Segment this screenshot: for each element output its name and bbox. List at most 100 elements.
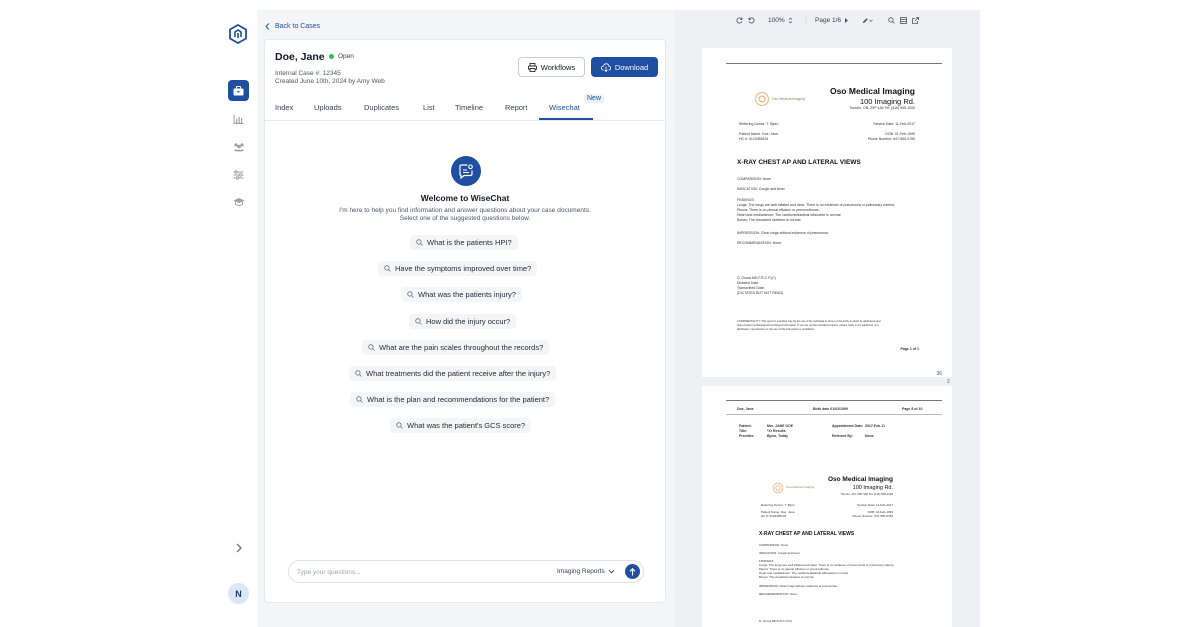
- meta-value: Mrs. JANE DOE: [767, 424, 794, 428]
- report-indication: INDICATION: Cough and fever: [737, 187, 785, 191]
- analytics-nav-icon[interactable]: [228, 108, 249, 129]
- health-card: HC #: 0123455234: [739, 137, 769, 141]
- page-indicator: Page 1/6: [815, 17, 842, 24]
- rotate-ccw-icon[interactable]: [748, 17, 755, 24]
- suggested-question[interactable]: What is the patients HPI?: [410, 235, 518, 250]
- open-external-icon[interactable]: [912, 17, 919, 24]
- question-text: What was the patient's GCS score?: [407, 421, 526, 430]
- back-to-cases-link[interactable]: Back to Cases: [265, 23, 320, 30]
- tab-index[interactable]: Index: [275, 103, 293, 112]
- confidentiality-line: distribution, reproduction or the use of…: [737, 328, 815, 331]
- report-recommendation: RECOMMENDATION: None.: [737, 241, 783, 245]
- findings-heading: FINDINGS:: [737, 198, 755, 202]
- page2-header-rule: [726, 414, 942, 415]
- search-icon: [416, 239, 423, 246]
- suggested-question[interactable]: What was the patient's GCS score?: [390, 418, 532, 433]
- referring-doctor: Referring Doctor: T. Bjorn: [761, 503, 795, 507]
- rotate-cw-icon[interactable]: [736, 17, 743, 24]
- suggested-question[interactable]: What is the plan and recommendations for…: [350, 392, 556, 407]
- created-info: Created June 10th, 2024 by Amy Web: [275, 78, 385, 85]
- page-of-label: Page 1 of 1: [900, 347, 919, 351]
- meta-value: 2017-Feb-11: [865, 424, 886, 428]
- user-avatar[interactable]: N: [228, 583, 249, 604]
- finding-line: Heart and mediastinum: The cardiomediast…: [737, 213, 842, 217]
- tab-uploads[interactable]: Uploads: [314, 103, 342, 112]
- report-title: X-RAY CHEST AP AND LATERAL VIEWS: [737, 159, 861, 166]
- clinic-address: 100 Imaging Rd.: [852, 485, 893, 491]
- suggested-question[interactable]: What treatments did the patient receive …: [349, 366, 557, 381]
- report-comparison: COMPARISON: None: [759, 543, 789, 547]
- tab-list[interactable]: List: [423, 103, 435, 112]
- grid-view-icon[interactable]: [900, 17, 907, 24]
- workflows-button[interactable]: Workflows: [518, 57, 585, 77]
- sidebar-rail: N: [219, 10, 257, 627]
- document-page-2: Doe, Jane Birth date 01/02/1999 Page 8 o…: [702, 386, 952, 627]
- signature-line: (DICTATED BUT NOT READ): [737, 291, 784, 295]
- users-nav-icon[interactable]: [228, 136, 249, 157]
- report-recommendation: RECOMMENDATION: None.: [759, 592, 798, 596]
- cloud-download-icon: [600, 62, 611, 72]
- next-page-icon: [845, 18, 849, 23]
- finding-line: Bones: The visualized skeleton is normal…: [737, 218, 802, 222]
- meta-value: *Xr Results: [767, 429, 786, 433]
- training-nav-icon[interactable]: [228, 191, 249, 212]
- suggested-question[interactable]: What are the pain scales throughout the …: [362, 340, 550, 355]
- logo-text: Oso Medical Imaging: [772, 97, 805, 101]
- tab-report[interactable]: Report: [505, 103, 528, 112]
- download-label: Download: [614, 62, 649, 72]
- new-badge: New: [584, 94, 605, 103]
- question-text: What was the patients injury?: [418, 290, 516, 299]
- report-impression: IMPRESSION: Clear lungs without evidence…: [737, 231, 829, 235]
- signature-line: Dictated Date:: [737, 281, 760, 285]
- signature-line: D. Ouma MD.F.R.C.P.(C): [759, 619, 793, 623]
- report-comparison: COMPARISON: None: [737, 177, 771, 181]
- search-icon: [368, 344, 375, 351]
- app-logo-icon[interactable]: [228, 23, 248, 45]
- patient-dob: DOB: 01-Feb-1999: [885, 132, 915, 136]
- search-icon: [415, 318, 422, 325]
- zoom-select[interactable]: 100%: [768, 17, 793, 24]
- chat-question-input[interactable]: [297, 566, 527, 578]
- suggested-question[interactable]: Have the symptoms improved over time?: [378, 261, 538, 276]
- tab-duplicates[interactable]: Duplicates: [364, 103, 399, 112]
- meta-label: Appointment Date:: [832, 424, 864, 428]
- meta-label: Patient:: [739, 424, 752, 428]
- cases-nav-icon[interactable]: [228, 80, 249, 101]
- signature-line: D. Ouma MD.F.R.C.P.(C): [737, 276, 776, 280]
- annotate-pen-icon[interactable]: [862, 17, 873, 24]
- suggested-question[interactable]: What was the patients injury?: [401, 287, 522, 302]
- meta-value: Bjorn, Teddy: [767, 434, 789, 438]
- status-badge: Open: [329, 53, 354, 60]
- wisechat-title: Welcome to WiseChat: [420, 193, 510, 203]
- finding-line: Bones: The visualized skeleton is normal…: [759, 575, 815, 579]
- page-navigator[interactable]: Page 1/6: [815, 17, 849, 24]
- settings-sliders-nav-icon[interactable]: [228, 164, 249, 185]
- suggested-question[interactable]: How did the injury occur?: [409, 314, 517, 329]
- app-root: N Back to Cases Doe, Jane Open Internal …: [219, 10, 980, 627]
- wisechat-description: I'm here to help you find information an…: [339, 207, 591, 222]
- document-page-1: Oso Medical Imaging Oso Medical Imaging …: [702, 48, 952, 377]
- search-icon[interactable]: [888, 17, 895, 24]
- expand-sidebar-chevron-icon[interactable]: [233, 541, 245, 555]
- finding-line: Pleura: There is no pleural effusion or …: [737, 208, 820, 212]
- send-button[interactable]: [625, 564, 640, 579]
- search-icon: [355, 370, 362, 377]
- question-text: What is the plan and recommendations for…: [367, 395, 550, 404]
- search-icon: [407, 291, 414, 298]
- side-page-number: 36: [936, 371, 942, 377]
- service-date: Service Date: 11-Feb-2017: [857, 503, 893, 507]
- document-type-select[interactable]: Imaging Reports: [557, 568, 615, 575]
- arrow-up-icon: [629, 567, 636, 575]
- clinic-name: Oso Medical Imaging: [827, 476, 893, 483]
- tab-wisechat[interactable]: Wisechat: [549, 103, 580, 112]
- question-text: What treatments did the patient receive …: [366, 369, 551, 378]
- side-page-number: 2: [947, 379, 950, 385]
- tab-timeline[interactable]: Timeline: [455, 103, 483, 112]
- report-indication: INDICATION: Cough and fever: [759, 551, 800, 555]
- logo-text: Oso Medical Imaging: [786, 485, 815, 489]
- download-button[interactable]: Download: [591, 57, 658, 77]
- search-icon: [384, 265, 391, 272]
- case-tabs: Index Uploads Duplicates List Timeline R…: [265, 94, 665, 121]
- internal-case-id: Internal Case #: 12345: [275, 70, 341, 77]
- chevron-left-icon: [265, 23, 270, 30]
